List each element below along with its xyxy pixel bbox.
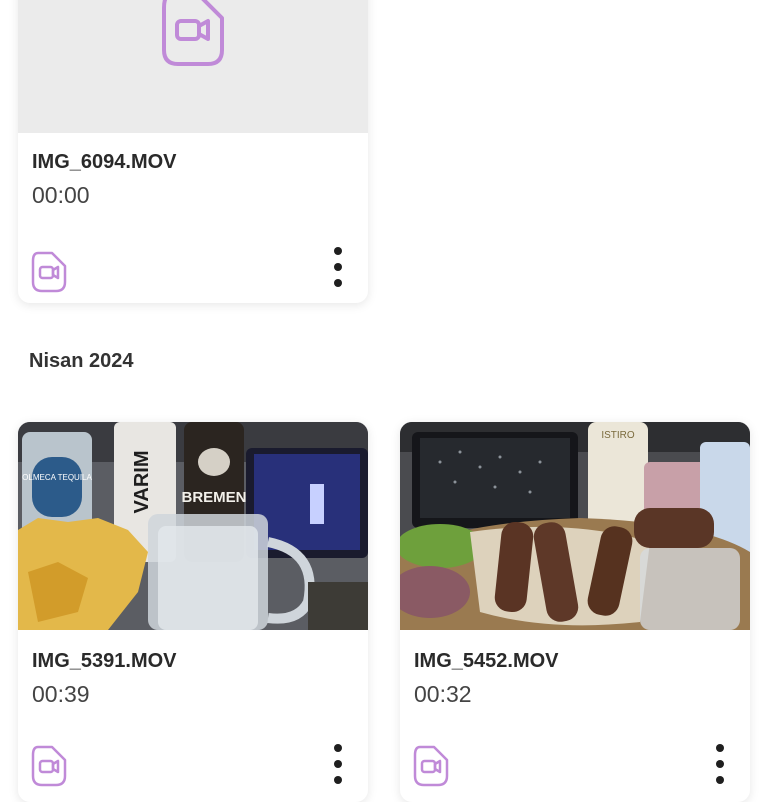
more-vertical-icon[interactable] (332, 245, 344, 289)
bremen-label: BREMEN (181, 489, 246, 506)
video-file-icon (162, 0, 224, 66)
video-duration: 00:32 (414, 681, 472, 707)
tequila-label: OLMECA TEQUILA (22, 473, 92, 482)
video-thumbnail[interactable]: OLMECA TEQUILA VARIM BREMEN (18, 422, 368, 630)
video-file-icon (413, 745, 449, 787)
thumbnail-kebab-scene: ISTIRO (400, 422, 750, 630)
more-vertical-icon[interactable] (714, 742, 726, 786)
video-card[interactable]: OLMECA TEQUILA VARIM BREMEN IMG_5391.MOV… (18, 422, 368, 802)
video-file-name: IMG_5452.MOV (414, 650, 559, 672)
more-vertical-icon[interactable] (332, 742, 344, 786)
varim-label: VARIM (131, 451, 153, 514)
video-file-name: IMG_5391.MOV (32, 650, 177, 672)
video-file-name: IMG_6094.MOV (32, 151, 177, 173)
video-thumbnail[interactable]: ISTIRO (400, 422, 750, 630)
video-duration: 00:00 (32, 182, 90, 208)
video-card[interactable]: IMG_6094.MOV 00:00 (18, 0, 368, 303)
section-title: Nisan 2024 (29, 350, 134, 372)
video-duration: 00:39 (32, 681, 90, 707)
thumbnail-drinks-scene: OLMECA TEQUILA VARIM BREMEN (18, 422, 368, 630)
bottle-label: ISTIRO (601, 430, 635, 441)
video-file-icon (31, 251, 67, 293)
video-card[interactable]: ISTIRO IMG_5452.MOV 00:32 (400, 422, 750, 802)
video-thumbnail-placeholder[interactable] (18, 0, 368, 133)
video-file-icon (31, 745, 67, 787)
